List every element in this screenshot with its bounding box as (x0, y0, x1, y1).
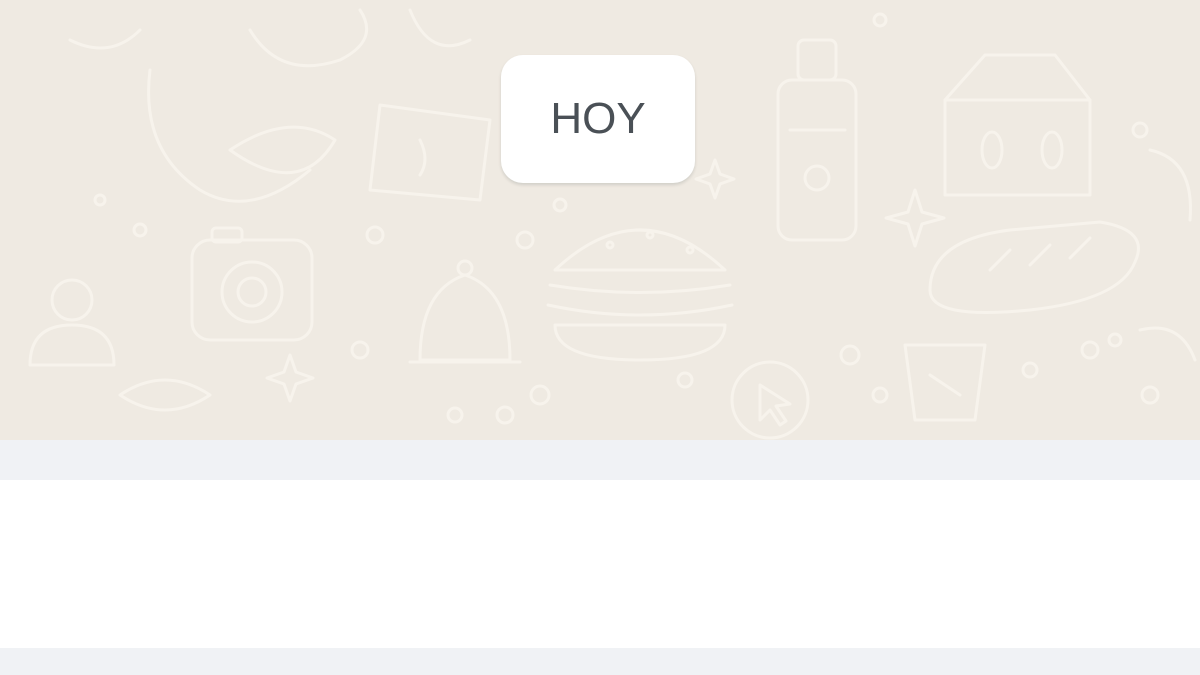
bell-icon (408, 259, 522, 364)
sparkle-icon (265, 158, 946, 403)
bread-icon (928, 220, 1140, 314)
burger-icon (546, 228, 734, 362)
message-compose-area[interactable] (0, 480, 1200, 648)
compose-panel-bottom-border (0, 648, 1200, 675)
bottle-icon (776, 38, 858, 242)
date-separator-chip: HOY (501, 55, 695, 183)
milk-carton-icon (943, 53, 1092, 197)
camera-icon (190, 226, 314, 342)
date-separator-label: HOY (550, 94, 646, 143)
cursor-icon (730, 360, 810, 440)
chat-window: HOY (0, 0, 1200, 675)
compose-panel-top-border (0, 440, 1200, 480)
chat-messages-area[interactable]: HOY (0, 0, 1200, 440)
